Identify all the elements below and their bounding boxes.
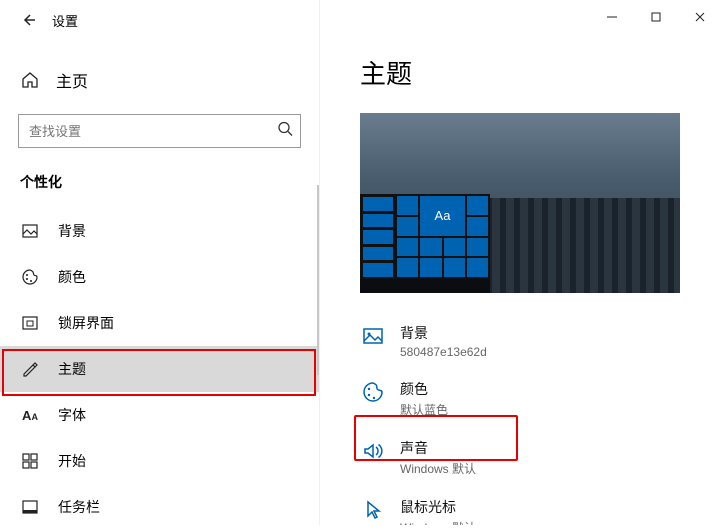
option-subtitle: Windows 默认 [400, 519, 476, 525]
picture-icon [20, 221, 40, 241]
scrollbar[interactable] [317, 185, 319, 375]
close-icon [694, 11, 706, 23]
cursor-icon [360, 497, 386, 523]
picture-icon [360, 323, 386, 349]
sidebar-item-label: 背景 [58, 221, 86, 241]
sidebar-item-lockscreen[interactable]: 锁屏界面 [0, 300, 319, 346]
option-background[interactable]: 背景 580487e13e62d [360, 313, 722, 369]
option-title: 鼠标光标 [400, 497, 476, 517]
sound-icon [360, 438, 386, 464]
arrow-left-icon [20, 12, 36, 28]
titlebar: 设置 [0, 0, 319, 40]
app-title: 设置 [52, 11, 78, 30]
close-button[interactable] [678, 0, 722, 34]
search-icon [277, 121, 293, 142]
sidebar-item-fonts[interactable]: AA 字体 [0, 392, 319, 438]
home-icon [20, 70, 40, 90]
category-title: 个性化 [0, 166, 319, 208]
search-input[interactable] [18, 114, 301, 148]
preview-tiles: Aa [395, 194, 490, 279]
window-controls [590, 0, 722, 34]
sidebar: 设置 主页 个性化 背景 颜色 锁屏界面 主题 AA [0, 0, 320, 525]
sidebar-item-label: 字体 [58, 405, 86, 425]
sidebar-item-label: 颜色 [58, 267, 86, 287]
sidebar-item-colors[interactable]: 颜色 [0, 254, 319, 300]
option-subtitle: 默认蓝色 [400, 401, 448, 418]
home-link[interactable]: 主页 [0, 58, 319, 102]
option-title: 背景 [400, 323, 487, 343]
sidebar-item-taskbar[interactable]: 任务栏 [0, 484, 319, 530]
minimize-button[interactable] [590, 0, 634, 34]
theme-preview[interactable]: Aa [360, 113, 680, 293]
sidebar-item-themes[interactable]: 主题 [0, 346, 319, 392]
palette-icon [20, 267, 40, 287]
start-icon [20, 451, 40, 471]
sidebar-item-label: 开始 [58, 451, 86, 471]
option-title: 声音 [400, 438, 476, 458]
preview-tile-aa: Aa [420, 196, 465, 236]
preview-taskbar [360, 279, 490, 293]
option-subtitle: 580487e13e62d [400, 345, 487, 359]
sidebar-item-background[interactable]: 背景 [0, 208, 319, 254]
option-title: 颜色 [400, 379, 448, 399]
option-sounds[interactable]: 声音 Windows 默认 [360, 428, 722, 487]
maximize-icon [650, 11, 662, 23]
palette-icon [360, 379, 386, 405]
main-content: 主题 Aa 背景 580487e13e62d 颜色 默认蓝色 [320, 0, 722, 525]
maximize-button[interactable] [634, 0, 678, 34]
sidebar-item-label: 锁屏界面 [58, 313, 114, 333]
minimize-icon [606, 11, 618, 23]
option-color[interactable]: 颜色 默认蓝色 [360, 369, 722, 428]
preview-sidecol [363, 197, 393, 277]
font-icon: AA [20, 405, 40, 425]
sidebar-item-start[interactable]: 开始 [0, 438, 319, 484]
search-box [18, 114, 301, 148]
sidebar-item-label: 任务栏 [58, 497, 100, 517]
option-cursor[interactable]: 鼠标光标 Windows 默认 [360, 487, 722, 525]
theme-icon [20, 359, 40, 379]
lockscreen-icon [20, 313, 40, 333]
home-label: 主页 [56, 68, 88, 92]
sidebar-item-label: 主题 [58, 359, 86, 379]
option-subtitle: Windows 默认 [400, 460, 476, 477]
back-button[interactable] [12, 4, 44, 36]
nav-list: 背景 颜色 锁屏界面 主题 AA 字体 开始 任务栏 [0, 208, 319, 530]
taskbar-icon [20, 497, 40, 517]
page-title: 主题 [360, 54, 722, 91]
theme-options: 背景 580487e13e62d 颜色 默认蓝色 声音 Windows 默认 鼠… [360, 313, 722, 525]
